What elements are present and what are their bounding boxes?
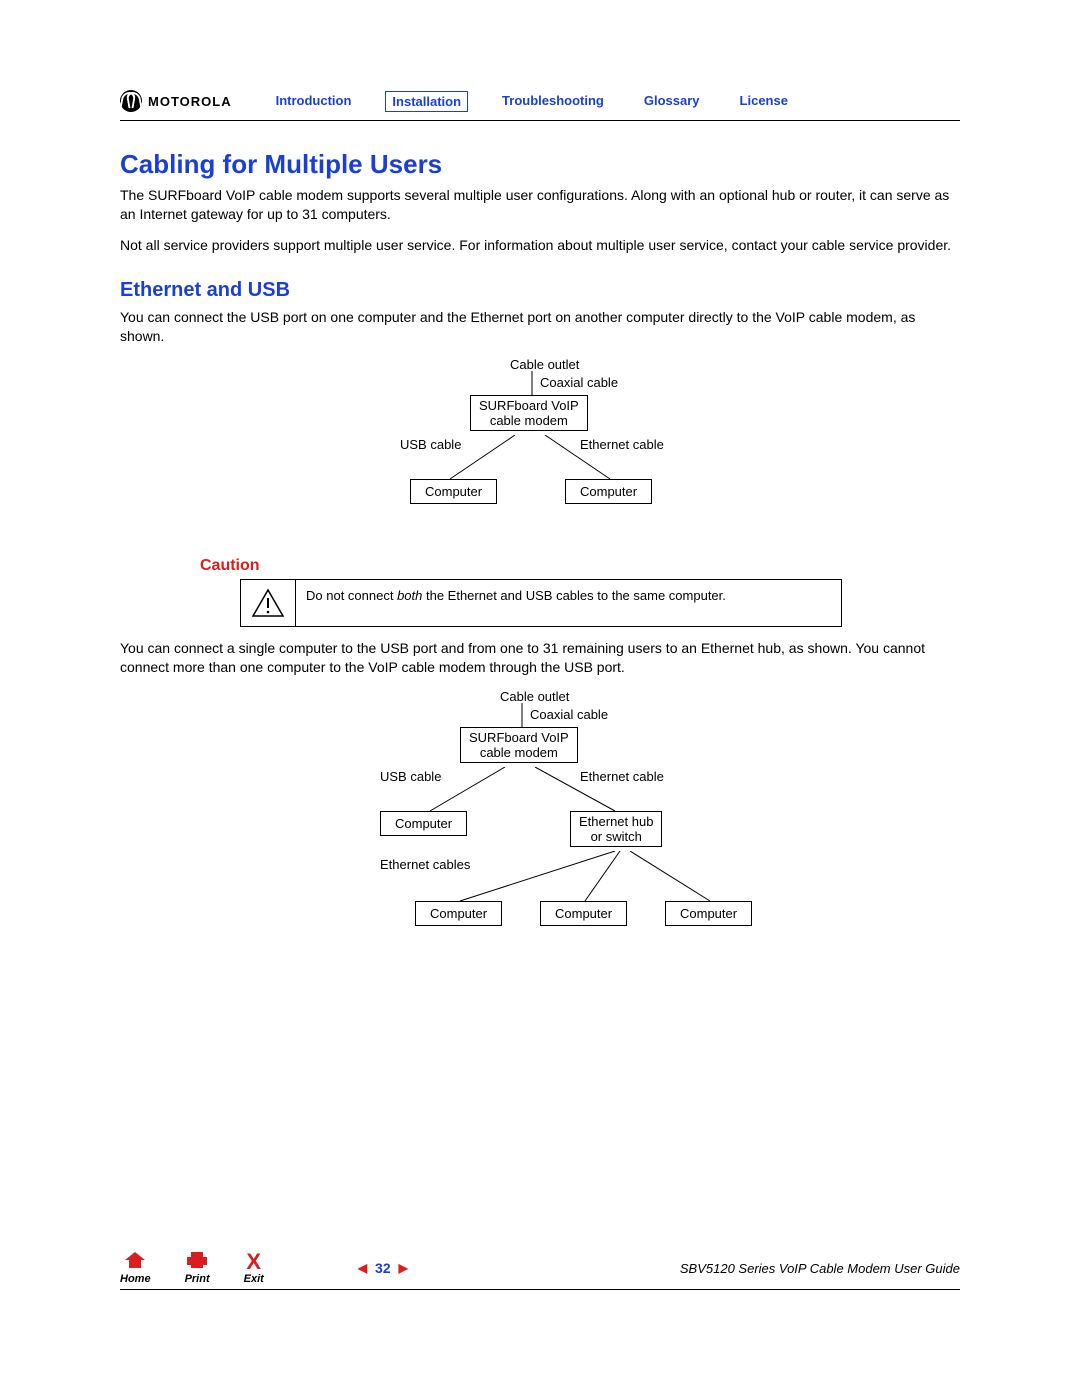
label-coaxial-cable: Coaxial cable <box>540 375 618 390</box>
caution-heading: Caution <box>200 557 960 575</box>
section-ethernet-usb: Ethernet and USB <box>120 279 960 302</box>
page-title: Cabling for Multiple Users <box>120 149 960 180</box>
prev-page-button[interactable]: ◀ <box>358 1261 367 1275</box>
page-number: 32 <box>375 1260 391 1276</box>
box-computer-a: Computer <box>415 901 502 926</box>
page-navigator: ◀ 32 ▶ <box>358 1260 408 1276</box>
footer-home-label: Home <box>120 1273 151 1285</box>
nav-license[interactable]: License <box>734 91 794 112</box>
label-cable-outlet-2: Cable outlet <box>500 689 569 704</box>
caution-text-post: the Ethernet and USB cables to the same … <box>422 588 726 603</box>
warning-icon <box>241 580 296 626</box>
box-hub: Ethernet hub or switch <box>570 811 662 847</box>
guide-title: SBV5120 Series VoIP Cable Modem User Gui… <box>680 1261 960 1276</box>
label-hub: Ethernet hub or switch <box>579 814 653 844</box>
label-modem: SURFboard VoIP cable modem <box>479 398 579 428</box>
caution-text-pre: Do not connect <box>306 588 397 603</box>
page-header: MOTOROLA Introduction Installation Troub… <box>120 90 960 121</box>
paragraph-eth-usb: You can connect the USB port on one comp… <box>120 308 960 346</box>
label-coaxial-cable-2: Coaxial cable <box>530 707 608 722</box>
footer-home-button[interactable]: Home <box>120 1251 151 1285</box>
home-icon <box>120 1251 151 1273</box>
nav-troubleshooting[interactable]: Troubleshooting <box>496 91 610 112</box>
label-modem-2: SURFboard VoIP cable modem <box>469 730 569 760</box>
brand-name: MOTOROLA <box>148 94 232 109</box>
caution-text-em: both <box>397 588 422 603</box>
box-computer-b: Computer <box>540 901 627 926</box>
next-page-button[interactable]: ▶ <box>399 1261 408 1275</box>
box-computer-c: Computer <box>665 901 752 926</box>
diagram-two-computers: Cable outlet Coaxial cable SURFboard VoI… <box>340 357 960 537</box>
print-icon <box>185 1251 210 1273</box>
brand-logo: MOTOROLA <box>120 90 232 112</box>
diagram-hub: Cable outlet Coaxial cable SURFboard VoI… <box>320 689 960 949</box>
nav-introduction[interactable]: Introduction <box>270 91 358 112</box>
box-computer-right: Computer <box>565 479 652 504</box>
box-modem: SURFboard VoIP cable modem <box>470 395 588 431</box>
top-nav: Introduction Installation Troubleshootin… <box>270 91 794 112</box>
label-cable-outlet: Cable outlet <box>510 357 579 372</box>
box-computer-usb: Computer <box>380 811 467 836</box>
footer-exit-button[interactable]: X Exit <box>244 1251 264 1285</box>
paragraph-intro-2: Not all service providers support multip… <box>120 236 960 255</box>
footer-print-label: Print <box>185 1273 210 1285</box>
page-footer: Home Print X Exit ◀ 32 ▶ SBV5120 Series <box>120 1251 960 1290</box>
box-modem-2: SURFboard VoIP cable modem <box>460 727 578 763</box>
box-computer-left: Computer <box>410 479 497 504</box>
paragraph-hub: You can connect a single computer to the… <box>120 639 960 677</box>
caution-box: Do not connect both the Ethernet and USB… <box>240 579 842 627</box>
motorola-icon <box>120 90 142 112</box>
caution-text: Do not connect both the Ethernet and USB… <box>296 580 841 626</box>
nav-glossary[interactable]: Glossary <box>638 91 706 112</box>
footer-exit-label: Exit <box>244 1273 264 1285</box>
footer-print-button[interactable]: Print <box>185 1251 210 1285</box>
exit-icon: X <box>244 1251 264 1273</box>
paragraph-intro-1: The SURFboard VoIP cable modem supports … <box>120 186 960 224</box>
nav-installation[interactable]: Installation <box>385 91 468 112</box>
